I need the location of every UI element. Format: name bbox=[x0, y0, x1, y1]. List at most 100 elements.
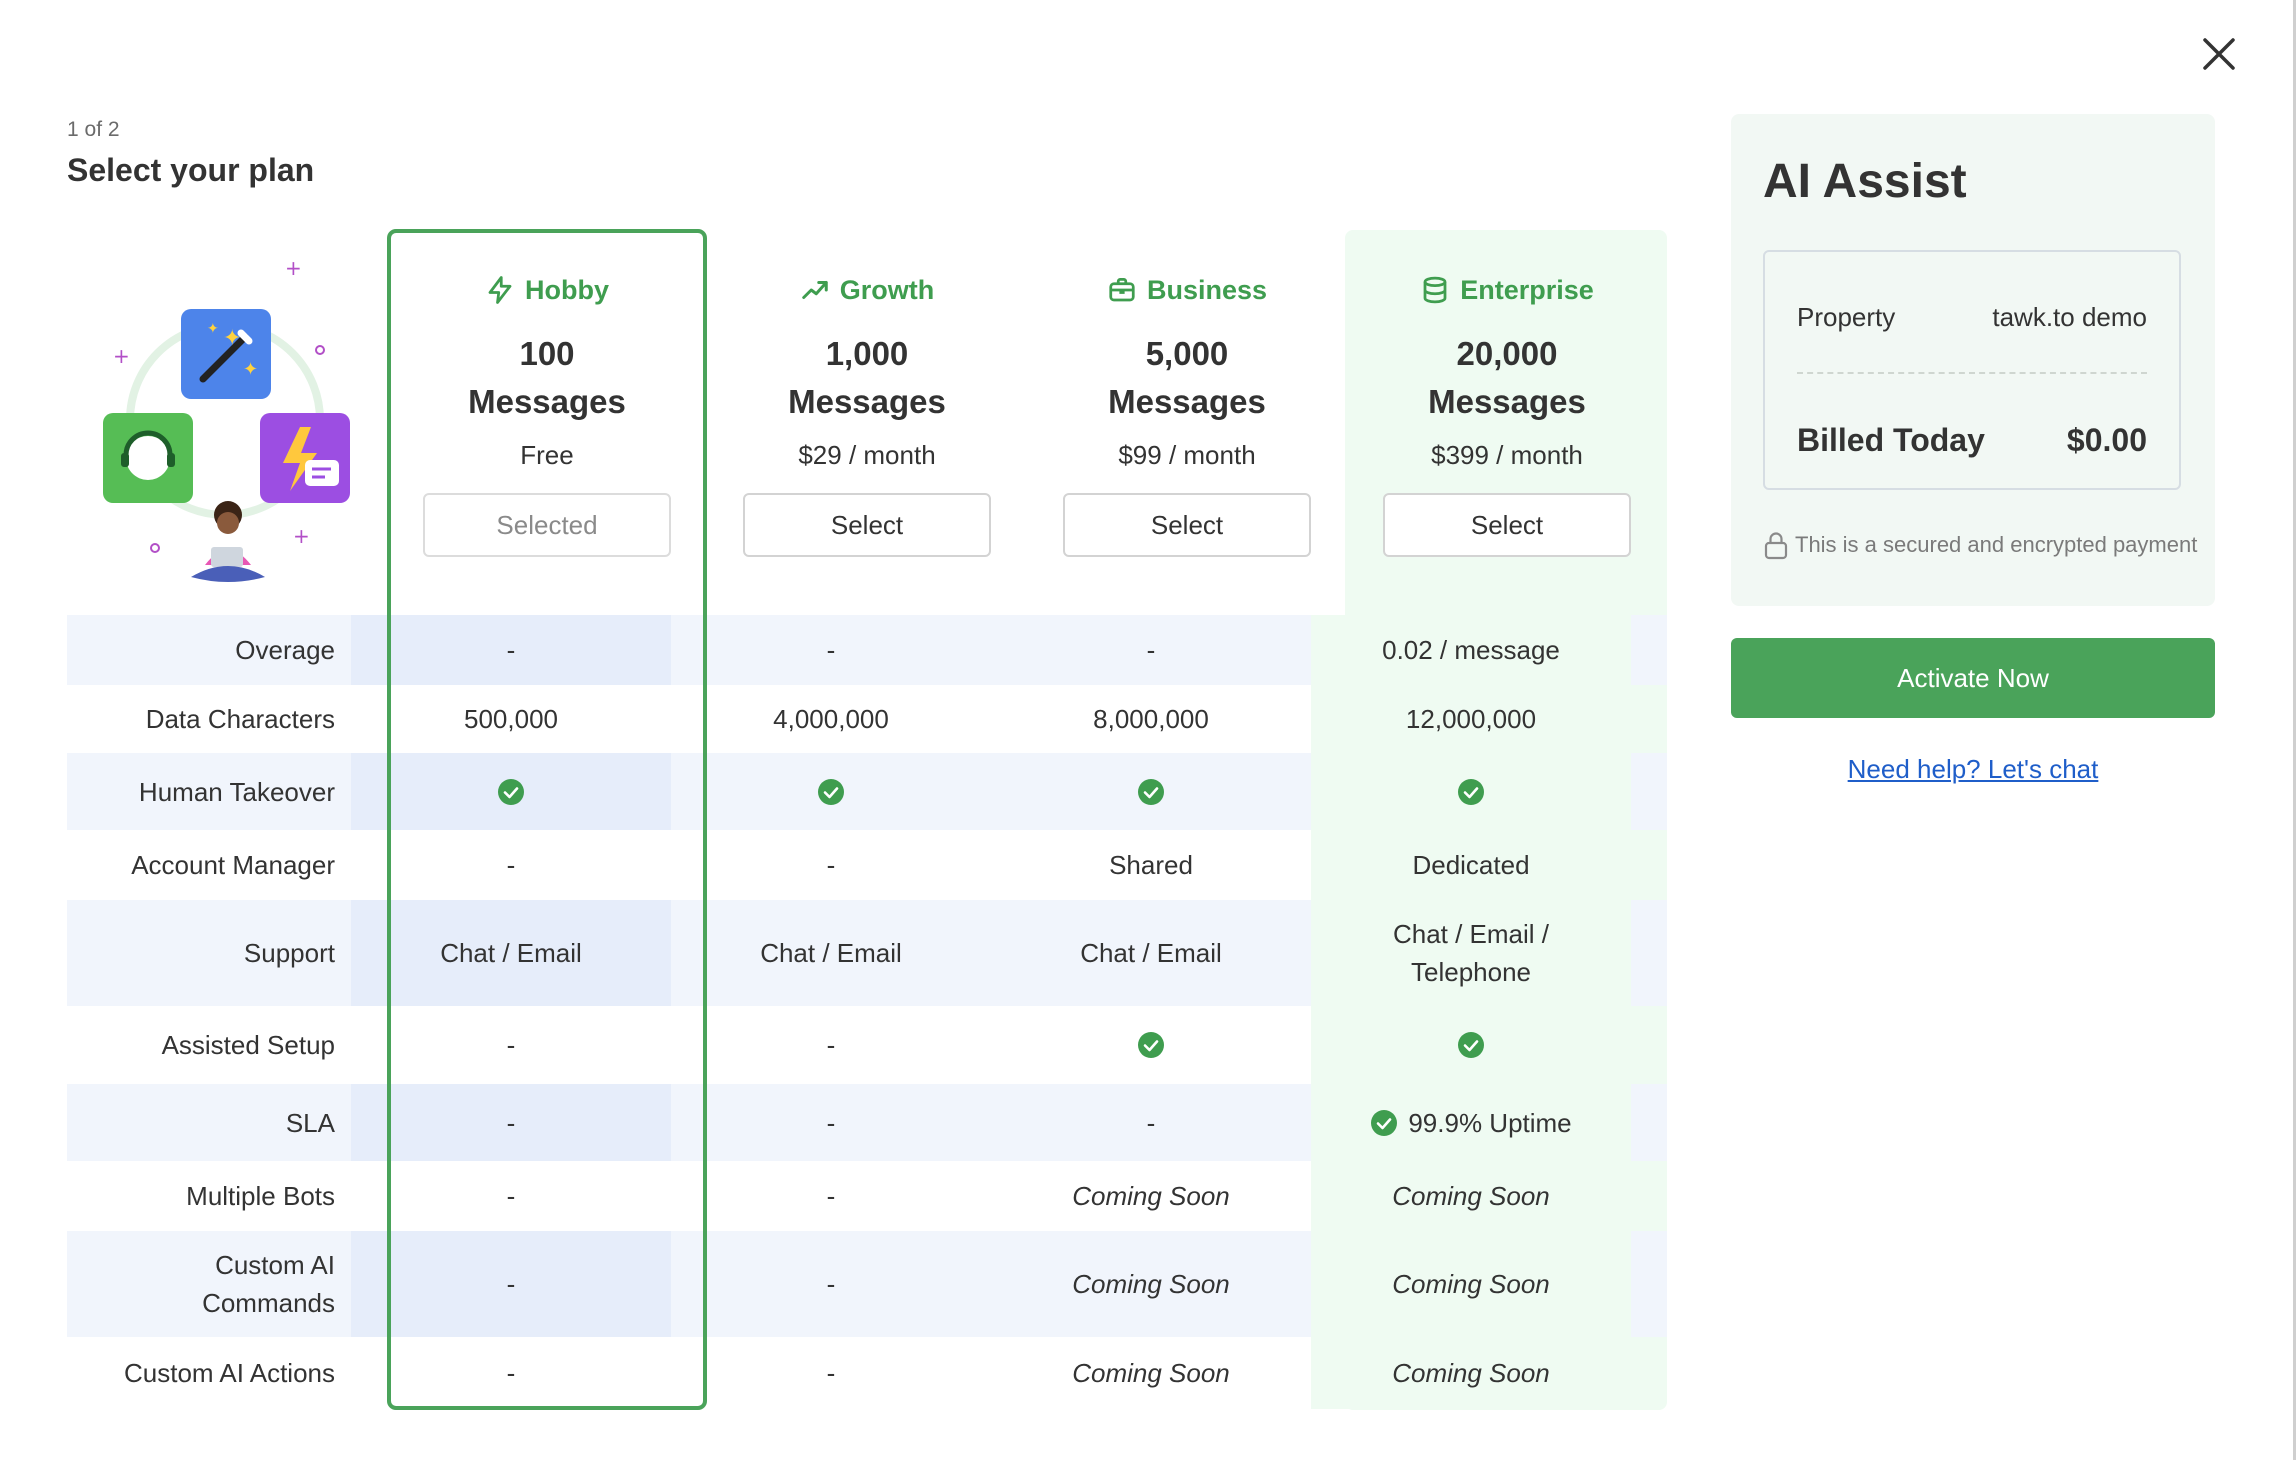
summary-title: AI Assist bbox=[1763, 155, 1967, 208]
feature-value: Coming Soon bbox=[1311, 1337, 1631, 1409]
secure-note: This is a secured and encrypted payment bbox=[1763, 530, 2197, 560]
feature-value: Shared bbox=[1109, 850, 1193, 880]
close-icon[interactable] bbox=[2195, 30, 2243, 78]
feature-value: - bbox=[506, 1181, 516, 1211]
plan-enterprise: Enterprise 20,000 Messages $399 / month S… bbox=[1347, 270, 1667, 557]
feature-value: - bbox=[826, 635, 836, 665]
plan-growth: Growth 1,000 Messages $29 / month Select bbox=[707, 270, 1027, 557]
table-row: Multiple Bots - - Coming Soon Coming Soo… bbox=[67, 1161, 1667, 1231]
plan-name-growth: Growth bbox=[707, 270, 1027, 310]
plan-business: Business 5,000 Messages $99 / month Selec… bbox=[1027, 270, 1347, 557]
plan-price: $29 / month bbox=[798, 440, 936, 470]
feature-value: - bbox=[506, 1358, 516, 1388]
plan-price: Free bbox=[520, 440, 574, 470]
feature-label: Overage bbox=[235, 635, 335, 665]
feature-value: Coming Soon bbox=[1072, 1269, 1230, 1299]
billed-label: Billed Today bbox=[1797, 422, 1985, 458]
feature-value: 8,000,000 bbox=[1093, 704, 1209, 734]
table-row: Assisted Setup - - bbox=[67, 1006, 1667, 1084]
svg-text:+: + bbox=[293, 524, 310, 548]
feature-label: Human Takeover bbox=[138, 776, 335, 807]
table-row: Support Chat / Email Chat / Email Chat /… bbox=[67, 900, 1667, 1006]
table-row: Account Manager - - Shared Dedicated bbox=[67, 830, 1667, 900]
ai-assist-illustration: + + + ✦ ✦ ✦ bbox=[95, 255, 365, 595]
table-row: Custom AI Actions - - Coming Soon Coming… bbox=[67, 1337, 1667, 1409]
plan-hobby: Hobby 100 Messages Free Selected bbox=[387, 270, 707, 557]
svg-text:✦: ✦ bbox=[223, 326, 241, 351]
svg-text:✦: ✦ bbox=[207, 321, 219, 337]
feature-label: Data Characters bbox=[145, 704, 335, 734]
check-icon bbox=[351, 753, 671, 830]
growth-select-button[interactable]: Select bbox=[743, 493, 991, 557]
plan-qty: 100 Messages bbox=[468, 335, 626, 420]
billed-row: Billed Today $0.00 bbox=[1797, 422, 2147, 459]
feature-value: Coming Soon bbox=[1311, 1161, 1631, 1231]
feature-value: - bbox=[351, 615, 671, 685]
enterprise-select-button[interactable]: Select bbox=[1383, 493, 1631, 557]
feature-value: - bbox=[826, 1107, 836, 1138]
plan-name-business: Business bbox=[1027, 270, 1347, 310]
feature-value: - bbox=[826, 850, 836, 880]
plan-qty: 1,000 Messages bbox=[788, 335, 946, 420]
svg-text:+: + bbox=[285, 256, 302, 280]
feature-value: - bbox=[826, 1030, 836, 1060]
table-row: Data Characters 500,000 4,000,000 8,000,… bbox=[67, 685, 1667, 753]
table-row: Custom AI Commands - - Coming Soon Comin… bbox=[67, 1231, 1667, 1337]
plan-name-enterprise: Enterprise bbox=[1347, 270, 1667, 310]
feature-value: Chat / Email bbox=[1080, 938, 1222, 968]
svg-text:✦: ✦ bbox=[243, 359, 258, 380]
step-indicator: 1 of 2 bbox=[67, 118, 120, 141]
lock-icon bbox=[1764, 532, 1788, 560]
table-row: Human Takeover bbox=[67, 753, 1667, 830]
briefcase-icon bbox=[1109, 278, 1135, 302]
feature-value: - bbox=[506, 1030, 516, 1060]
plan-qty: 20,000 Messages bbox=[1428, 335, 1586, 420]
plan-price: $399 / month bbox=[1431, 440, 1583, 470]
check-icon bbox=[1371, 1109, 1398, 1136]
feature-label: SLA bbox=[285, 1107, 335, 1138]
table-row: SLA - - - 99.9% Uptime bbox=[67, 1084, 1667, 1161]
plan-modal: 1 of 2 Select your plan + + + ✦ ✦ ✦ Hobb… bbox=[0, 0, 2296, 1460]
property-value: tawk.to demo bbox=[1992, 302, 2147, 332]
feature-value: - bbox=[506, 850, 516, 880]
feature-value: Dedicated bbox=[1311, 830, 1631, 900]
billed-value: $0.00 bbox=[2066, 422, 2147, 458]
table-row: Overage - - - 0.02 / message bbox=[67, 615, 1667, 685]
check-icon bbox=[671, 778, 991, 806]
feature-value: Chat / Email / Telephone bbox=[1311, 900, 1631, 1006]
sla-value: 99.9% Uptime bbox=[1311, 1084, 1631, 1161]
feature-label: Custom AI Actions bbox=[124, 1358, 335, 1388]
feature-label: Account Manager bbox=[131, 850, 335, 880]
feature-value: 4,000,000 bbox=[773, 704, 889, 734]
check-icon bbox=[1311, 753, 1631, 830]
bolt-icon bbox=[488, 276, 512, 304]
hobby-selected-button[interactable]: Selected bbox=[423, 493, 671, 557]
feature-value: - bbox=[826, 1181, 836, 1211]
feature-value: Coming Soon bbox=[1072, 1358, 1230, 1388]
feature-label: Support bbox=[243, 938, 335, 968]
feature-label: Multiple Bots bbox=[186, 1181, 335, 1211]
feature-value: Chat / Email bbox=[351, 900, 671, 1006]
feature-value: 500,000 bbox=[464, 704, 558, 734]
feature-value: 0.02 / message bbox=[1311, 615, 1631, 685]
feature-value: - bbox=[826, 1358, 836, 1388]
business-select-button[interactable]: Select bbox=[1063, 493, 1311, 557]
plan-qty: 5,000 Messages bbox=[1108, 335, 1266, 420]
summary-details: Property tawk.to demo Billed Today $0.00 bbox=[1763, 250, 2181, 490]
feature-label: Custom AI Commands bbox=[202, 1250, 335, 1318]
feature-value: - bbox=[351, 1084, 671, 1161]
help-chat-link[interactable]: Need help? Let's chat bbox=[1731, 754, 2215, 785]
feature-table: Overage - - - 0.02 / message Data Charac… bbox=[67, 615, 1667, 1409]
feature-value: - bbox=[1146, 635, 1156, 665]
page-title: Select your plan bbox=[67, 152, 315, 188]
check-icon bbox=[1311, 1006, 1631, 1084]
check-icon bbox=[991, 778, 1311, 806]
check-icon bbox=[991, 1031, 1311, 1059]
order-summary: AI Assist Property tawk.to demo Billed T… bbox=[1731, 114, 2215, 606]
svg-text:+: + bbox=[113, 344, 130, 368]
trending-up-icon bbox=[802, 281, 828, 299]
feature-value: - bbox=[1146, 1107, 1156, 1138]
activate-now-button[interactable]: Activate Now bbox=[1731, 638, 2215, 718]
feature-value: Chat / Email bbox=[760, 938, 902, 968]
plan-name-hobby: Hobby bbox=[387, 270, 707, 310]
